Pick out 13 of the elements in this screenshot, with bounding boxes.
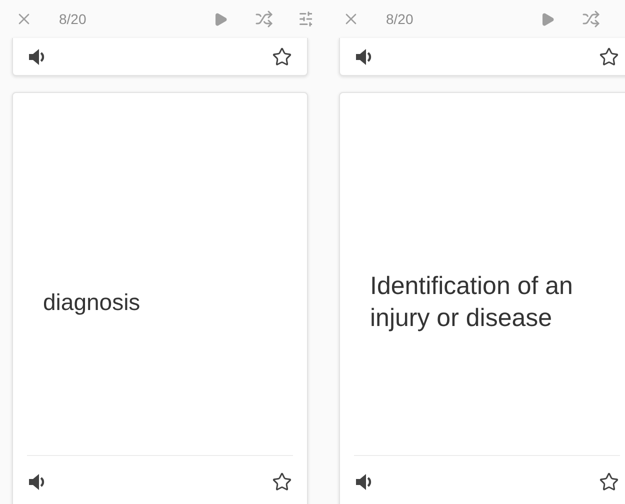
shuffle-icon[interactable] bbox=[582, 10, 600, 28]
play-icon[interactable] bbox=[540, 12, 555, 26]
card-text: Identification of an injury or disease bbox=[370, 271, 574, 334]
play-icon[interactable] bbox=[213, 12, 228, 26]
star-icon[interactable] bbox=[599, 46, 619, 66]
star-icon[interactable] bbox=[599, 472, 619, 492]
settings-icon[interactable] bbox=[298, 10, 312, 28]
card-counter: 8/20 bbox=[59, 10, 86, 28]
star-icon[interactable] bbox=[272, 46, 292, 66]
shuffle-icon[interactable] bbox=[255, 10, 273, 28]
star-icon[interactable] bbox=[272, 472, 292, 492]
card-counter: 8/20 bbox=[386, 10, 414, 28]
card-text: diagnosis bbox=[43, 288, 140, 317]
